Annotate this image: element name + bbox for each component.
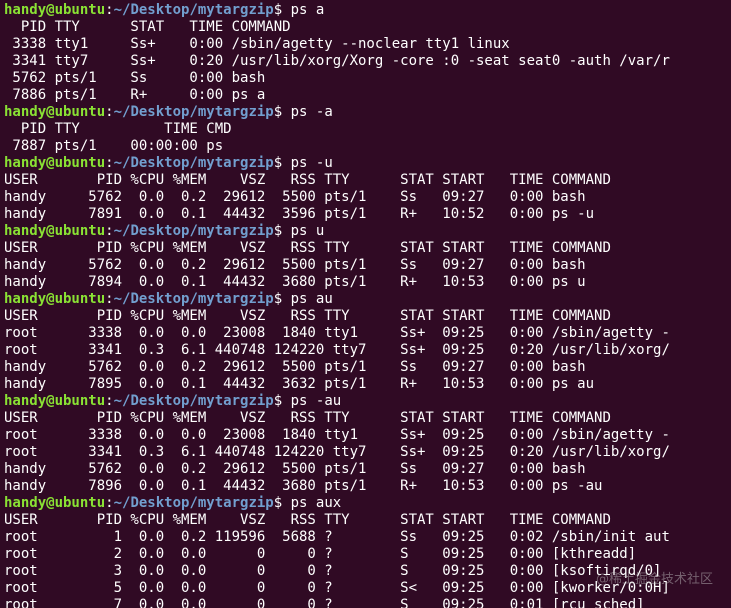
prompt-user-host: handy@ubuntu [4,155,106,171]
prompt-symbol: $ [273,393,283,409]
output-line: handy 7891 0.0 0.1 44432 3596 pts/1 R+ 1… [4,206,595,222]
output-line: handy 7895 0.0 0.1 44432 3632 pts/1 R+ 1… [4,376,595,392]
output-line: root 3338 0.0 0.0 23008 1840 tty1 Ss+ 09… [4,427,670,443]
prompt-path: ~/Desktop/mytargzip [113,223,274,239]
prompt-separator: : [105,495,114,511]
prompt-separator: : [105,223,114,239]
prompt-path: ~/Desktop/mytargzip [113,2,274,18]
output-line: handy 5762 0.0 0.2 29612 5500 pts/1 Ss 0… [4,359,586,375]
output-line: 7887 pts/1 00:00:00 ps [4,138,224,154]
watermark: @稀土掘金技术社区 [595,572,713,587]
output-line: 3338 tty1 Ss+ 0:00 /sbin/agetty --noclea… [4,36,510,52]
output-line: 5762 pts/1 Ss 0:00 bash [4,70,266,86]
output-line: root 3341 0.3 6.1 440748 124220 tty7 Ss+… [4,444,670,460]
prompt-user-host: handy@ubuntu [4,495,106,511]
prompt-line: handy@ubuntu:~/Desktop/mytargzip$ ps -a [4,104,731,121]
command-text: ps aux [290,495,342,511]
output-line: root 3338 0.0 0.0 23008 1840 tty1 Ss+ 09… [4,325,670,341]
prompt-path: ~/Desktop/mytargzip [113,495,274,511]
output-line: handy 7894 0.0 0.1 44432 3680 pts/1 R+ 1… [4,274,586,290]
output-line: handy 7896 0.0 0.1 44432 3680 pts/1 R+ 1… [4,478,603,494]
output-line: USER PID %CPU %MEM VSZ RSS TTY STAT STAR… [4,512,611,528]
command-text: ps -a [290,104,333,120]
prompt-symbol: $ [273,155,283,171]
prompt-line: handy@ubuntu:~/Desktop/mytargzip$ ps u [4,223,731,240]
output-line: PID TTY TIME CMD [4,121,232,137]
output-line: PID TTY STAT TIME COMMAND [4,19,291,35]
prompt-path: ~/Desktop/mytargzip [113,104,274,120]
output-line: root 2 0.0 0.0 0 0 ? S 09:25 0:00 [kthre… [4,546,637,562]
command-text: ps au [290,291,333,307]
prompt-line: handy@ubuntu:~/Desktop/mytargzip$ ps au [4,291,731,308]
prompt-path: ~/Desktop/mytargzip [113,393,274,409]
prompt-line: handy@ubuntu:~/Desktop/mytargzip$ ps aux [4,495,731,512]
prompt-user-host: handy@ubuntu [4,291,106,307]
prompt-symbol: $ [273,223,283,239]
prompt-symbol: $ [273,291,283,307]
output-line: root 7 0.0 0.0 0 0 ? S 09:25 0:01 [rcu_s… [4,597,645,608]
output-line: handy 5762 0.0 0.2 29612 5500 pts/1 Ss 0… [4,189,586,205]
prompt-user-host: handy@ubuntu [4,393,106,409]
command-text: ps a [290,2,325,18]
prompt-user-host: handy@ubuntu [4,223,106,239]
output-line: root 3341 0.3 6.1 440748 124220 tty7 Ss+… [4,342,670,358]
prompt-separator: : [105,393,114,409]
prompt-line: handy@ubuntu:~/Desktop/mytargzip$ ps -au [4,393,731,410]
output-line: 7886 pts/1 R+ 0:00 ps a [4,87,266,103]
prompt-line: handy@ubuntu:~/Desktop/mytargzip$ ps -u [4,155,731,172]
prompt-separator: : [105,155,114,171]
prompt-symbol: $ [273,104,283,120]
output-line: 3341 tty7 Ss+ 0:20 /usr/lib/xorg/Xorg -c… [4,53,670,69]
prompt-symbol: $ [273,2,283,18]
prompt-separator: : [105,2,114,18]
command-text: ps -au [290,393,342,409]
output-line: USER PID %CPU %MEM VSZ RSS TTY STAT STAR… [4,240,611,256]
command-text: ps -u [290,155,333,171]
prompt-separator: : [105,291,114,307]
output-line: USER PID %CPU %MEM VSZ RSS TTY STAT STAR… [4,172,611,188]
terminal-output[interactable]: handy@ubuntu:~/Desktop/mytargzip$ ps a P… [0,0,731,608]
prompt-line: handy@ubuntu:~/Desktop/mytargzip$ ps a [4,2,731,19]
output-line: root 1 0.0 0.2 119596 5688 ? Ss 09:25 0:… [4,529,670,545]
prompt-symbol: $ [273,495,283,511]
output-line: USER PID %CPU %MEM VSZ RSS TTY STAT STAR… [4,308,611,324]
prompt-user-host: handy@ubuntu [4,2,106,18]
output-line: handy 5762 0.0 0.2 29612 5500 pts/1 Ss 0… [4,257,586,273]
prompt-separator: : [105,104,114,120]
prompt-path: ~/Desktop/mytargzip [113,155,274,171]
prompt-path: ~/Desktop/mytargzip [113,291,274,307]
output-line: USER PID %CPU %MEM VSZ RSS TTY STAT STAR… [4,410,611,426]
output-line: handy 5762 0.0 0.2 29612 5500 pts/1 Ss 0… [4,461,586,477]
prompt-user-host: handy@ubuntu [4,104,106,120]
command-text: ps u [290,223,325,239]
